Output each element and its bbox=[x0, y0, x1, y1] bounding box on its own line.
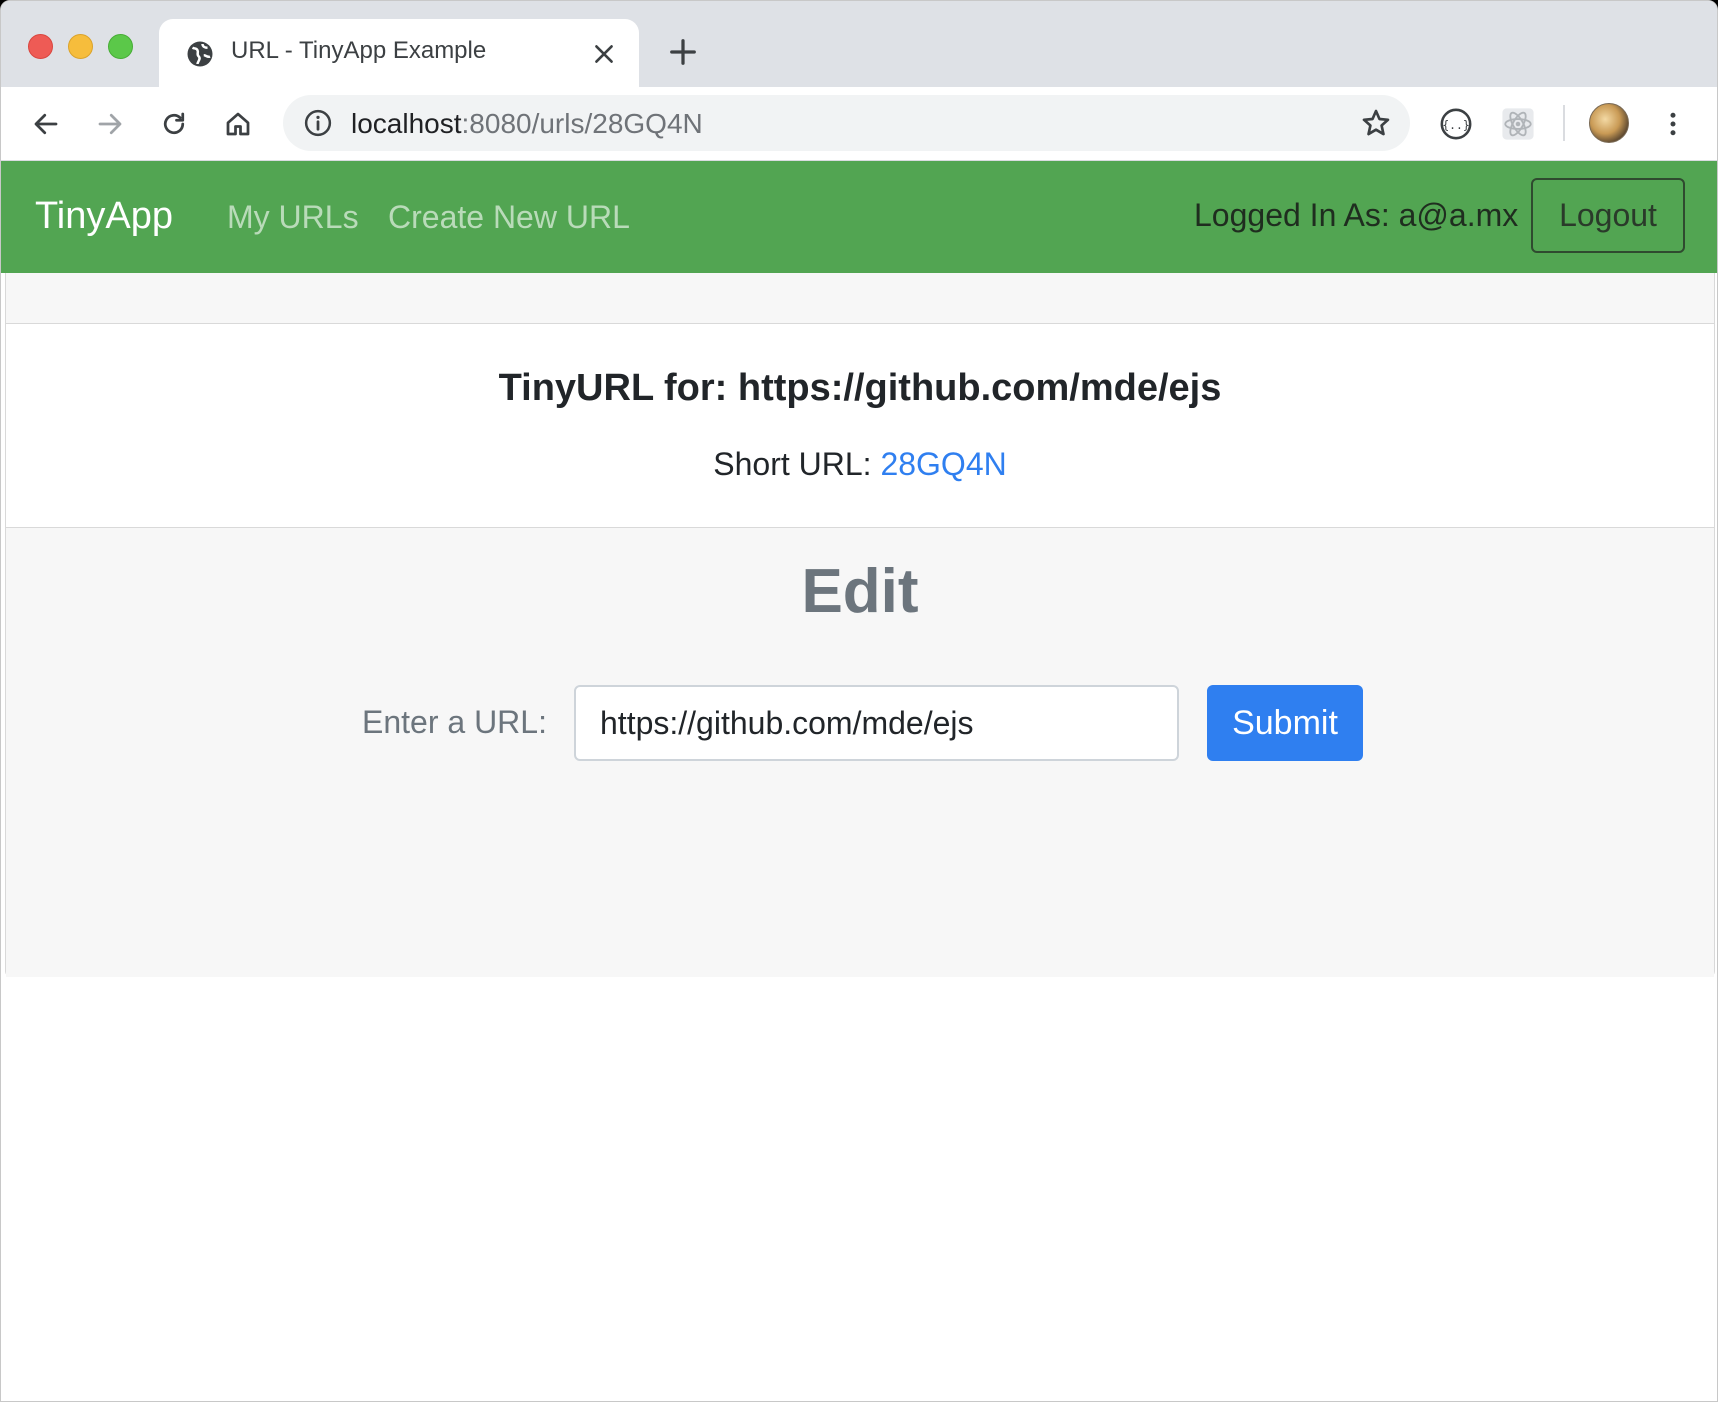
nav-my-urls[interactable]: My URLs bbox=[227, 199, 359, 236]
short-url-label: Short URL: bbox=[713, 446, 872, 482]
close-tab-icon[interactable] bbox=[591, 41, 617, 67]
browser-toolbar: localhost:8080/urls/28GQ4N {..} bbox=[1, 87, 1717, 161]
maximize-window-button[interactable] bbox=[108, 34, 133, 59]
react-devtools-icon[interactable] bbox=[1501, 107, 1535, 141]
toolbar-separator bbox=[1563, 105, 1565, 141]
page-content: TinyApp My URLs Create New URL Logged In… bbox=[1, 161, 1717, 1401]
url-path: :8080/urls/28GQ4N bbox=[461, 108, 703, 139]
browser-tab[interactable]: URL - TinyApp Example bbox=[159, 19, 639, 87]
edit-section: Edit Enter a URL: Submit bbox=[6, 527, 1714, 977]
url-card: TinyURL for: https://github.com/mde/ejs … bbox=[5, 273, 1715, 977]
brand-link[interactable]: TinyApp bbox=[35, 195, 173, 238]
url-text: localhost:8080/urls/28GQ4N bbox=[351, 108, 703, 140]
reload-icon[interactable] bbox=[159, 109, 189, 139]
tab-strip: URL - TinyApp Example bbox=[1, 1, 1717, 87]
forward-arrow-icon[interactable] bbox=[95, 109, 125, 139]
tab-title: URL - TinyApp Example bbox=[231, 37, 487, 64]
svg-text:{..}: {..} bbox=[1442, 118, 1469, 132]
new-tab-icon[interactable] bbox=[668, 37, 698, 67]
menu-kebab-icon[interactable] bbox=[1658, 109, 1688, 139]
browser-window: URL - TinyApp Example localhost:8080/url… bbox=[0, 0, 1718, 1402]
card-body: TinyURL for: https://github.com/mde/ejs … bbox=[6, 324, 1714, 527]
info-icon[interactable] bbox=[303, 108, 333, 138]
close-window-button[interactable] bbox=[28, 34, 53, 59]
address-bar[interactable]: localhost:8080/urls/28GQ4N bbox=[283, 95, 1410, 151]
home-icon[interactable] bbox=[223, 109, 253, 139]
json-extension-icon[interactable]: {..} bbox=[1439, 107, 1473, 141]
card-header bbox=[6, 273, 1714, 324]
bookmark-star-icon[interactable] bbox=[1360, 107, 1392, 139]
url-input[interactable] bbox=[574, 685, 1179, 761]
card-title: TinyURL for: https://github.com/mde/ejs bbox=[498, 367, 1222, 409]
logged-in-user: Logged In As: a@a.mx bbox=[1194, 197, 1519, 233]
short-url-line: Short URL: 28GQ4N bbox=[6, 446, 1714, 483]
url-input-label: Enter a URL: bbox=[362, 704, 547, 740]
profile-avatar[interactable] bbox=[1589, 103, 1629, 143]
top-navbar: TinyApp My URLs Create New URL Logged In… bbox=[1, 161, 1717, 273]
short-url-link[interactable]: 28GQ4N bbox=[880, 446, 1006, 482]
url-host: localhost bbox=[351, 108, 462, 139]
submit-button[interactable]: Submit bbox=[1207, 685, 1363, 761]
edit-heading: Edit bbox=[801, 557, 919, 626]
back-arrow-icon[interactable] bbox=[31, 109, 61, 139]
globe-icon bbox=[187, 41, 213, 67]
nav-create-new-url[interactable]: Create New URL bbox=[388, 199, 630, 236]
minimize-window-button[interactable] bbox=[68, 34, 93, 59]
logout-button[interactable]: Logout bbox=[1531, 178, 1685, 253]
